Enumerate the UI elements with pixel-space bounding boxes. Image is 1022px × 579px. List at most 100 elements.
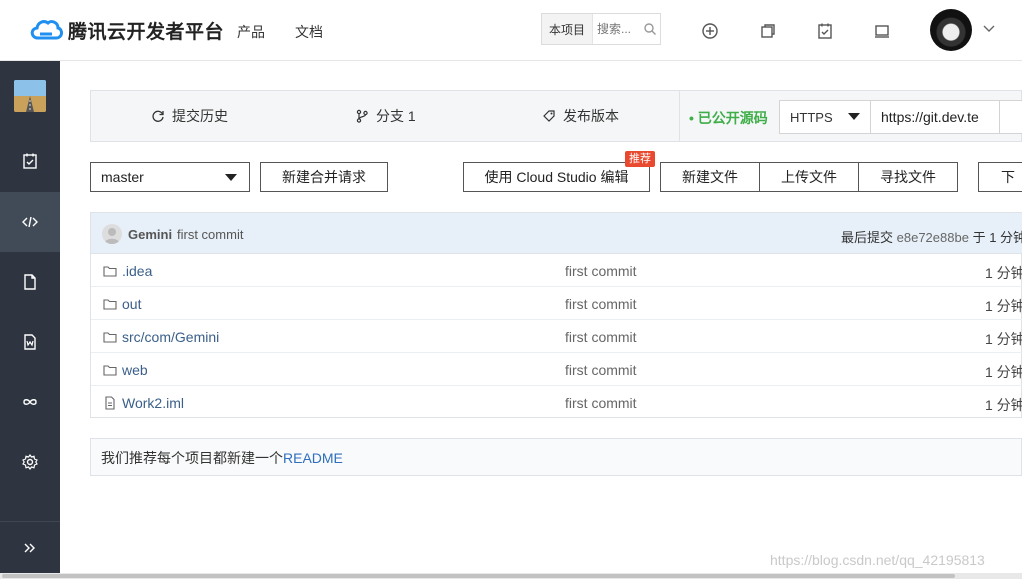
horizontal-scrollbar[interactable]	[0, 573, 1022, 579]
project-thumbnail[interactable]	[14, 80, 46, 112]
copy-icon[interactable]	[759, 22, 777, 40]
file-name[interactable]: out	[122, 296, 141, 312]
file-name[interactable]: Work2.iml	[122, 395, 184, 411]
brand-name: 腾讯云开发者平台	[68, 21, 225, 43]
sidebar-expand[interactable]	[0, 521, 60, 573]
caret-down-icon	[848, 113, 860, 120]
commit-hash[interactable]: e8e72e88be	[897, 230, 969, 245]
file-commit-time: 1 分钟	[985, 331, 1022, 347]
file-name[interactable]: src/com/Gemini	[122, 329, 219, 345]
commit-message[interactable]: first commit	[177, 227, 243, 242]
file-commit-time: 1 分钟	[985, 265, 1022, 281]
cloud-studio-button[interactable]: 使用 Cloud Studio 编辑	[463, 162, 650, 192]
sidebar-item-code[interactable]	[0, 192, 60, 252]
infinity-icon	[23, 399, 37, 405]
file-commit-message[interactable]: first commit	[565, 296, 637, 312]
protocol-value: HTTPS	[790, 109, 833, 125]
cloud-logo-icon	[30, 20, 63, 40]
file-name[interactable]: web	[122, 362, 148, 378]
latest-commit-bar: Gemini first commit 最后提交 e8e72e88be 于 1 …	[91, 213, 1022, 254]
branches-label: 分支 1	[376, 108, 416, 124]
file-row[interactable]: out first commit 1 分钟	[91, 287, 1022, 320]
recommended-badge: 推荐	[625, 151, 655, 167]
file-list: Gemini first commit 最后提交 e8e72e88be 于 1 …	[90, 212, 1022, 418]
file-commit-time: 1 分钟	[985, 298, 1022, 314]
brand-logo[interactable]: 腾讯云开发者平台	[28, 16, 224, 44]
caret-down-icon	[225, 174, 237, 181]
upload-file-button[interactable]: 上传文件	[759, 162, 859, 192]
file-icon	[105, 396, 115, 410]
copy-url-button[interactable]	[999, 100, 1022, 134]
file-commit-message[interactable]: first commit	[565, 329, 637, 345]
file-icon	[24, 274, 36, 290]
plus-circle-icon[interactable]	[701, 22, 719, 40]
expand-icon	[24, 543, 35, 552]
tasks-icon	[23, 153, 37, 169]
file-commit-message[interactable]: first commit	[565, 263, 637, 279]
file-row[interactable]: web first commit 1 分钟	[91, 353, 1022, 386]
download-button[interactable]: 下	[978, 162, 1022, 192]
folder-icon	[103, 299, 117, 310]
file-commit-time: 1 分钟	[985, 397, 1022, 413]
commit-time: 于 1 分钟	[972, 230, 1022, 245]
readme-text: 我们推荐每个项目都新建一个	[101, 450, 283, 466]
releases-link[interactable]: 发布版本	[542, 91, 619, 141]
settings-icon	[22, 454, 38, 470]
sidebar	[0, 61, 60, 573]
repo-toolbar: 提交历史 分支 1 发布版本 • 已公开源码 HTTPS https://git…	[90, 90, 1022, 142]
code-icon	[22, 216, 38, 228]
new-file-button[interactable]: 新建文件	[660, 162, 760, 192]
scrollbar-thumb[interactable]	[2, 574, 955, 578]
nav-products[interactable]: 产品	[237, 22, 265, 42]
tag-icon	[543, 110, 555, 122]
branch-value: master	[101, 169, 144, 185]
latest-commit-info: 最后提交 e8e72e88be 于 1 分钟	[841, 227, 1022, 246]
sidebar-item-wiki[interactable]	[0, 312, 60, 372]
refresh-icon	[152, 110, 164, 122]
sidebar-item-files[interactable]	[0, 252, 60, 312]
sidebar-item-tasks[interactable]	[0, 131, 60, 191]
wiki-icon	[24, 334, 36, 350]
file-commit-message[interactable]: first commit	[565, 362, 637, 378]
readme-prompt: 我们推荐每个项目都新建一个README	[90, 438, 1022, 476]
search-input[interactable]	[597, 22, 642, 36]
commit-author[interactable]: Gemini	[128, 227, 172, 242]
commit-history-label: 提交历史	[172, 108, 228, 124]
file-row[interactable]: .idea first commit 1 分钟	[91, 254, 1022, 287]
monitor-icon[interactable]	[873, 22, 891, 40]
folder-icon	[103, 266, 117, 277]
find-file-button[interactable]: 寻找文件	[858, 162, 958, 192]
commit-history-link[interactable]: 提交历史	[151, 91, 228, 141]
chevron-down-icon[interactable]	[983, 23, 995, 35]
public-source-status: • 已公开源码	[689, 110, 768, 126]
readme-link[interactable]: README	[283, 450, 343, 466]
folder-icon	[103, 365, 117, 376]
search-scope-select[interactable]: 本项目	[542, 14, 594, 44]
releases-label: 发布版本	[563, 108, 619, 124]
branches-link[interactable]: 分支 1	[355, 91, 416, 141]
file-commit-time: 1 分钟	[985, 364, 1022, 380]
file-commit-message[interactable]: first commit	[565, 395, 637, 411]
folder-icon	[103, 332, 117, 343]
file-row[interactable]: src/com/Gemini first commit 1 分钟	[91, 320, 1022, 353]
file-name[interactable]: .idea	[122, 263, 152, 279]
branch-select[interactable]: master	[90, 162, 250, 192]
public-source-label: 已公开源码	[697, 110, 768, 126]
last-commit-label: 最后提交	[841, 230, 894, 245]
search-box: 本项目	[541, 13, 661, 45]
commit-author-avatar	[102, 224, 122, 244]
top-bar: 腾讯云开发者平台 产品 文档 本项目	[0, 0, 1022, 61]
protocol-select[interactable]: HTTPS	[779, 100, 871, 134]
sidebar-item-pipeline[interactable]	[0, 372, 60, 432]
clone-url-field[interactable]: https://git.dev.te	[870, 100, 1000, 134]
user-avatar[interactable]	[930, 9, 972, 51]
task-icon[interactable]	[816, 22, 834, 40]
branch-icon	[356, 109, 368, 123]
new-merge-request-button[interactable]: 新建合并请求	[260, 162, 388, 192]
nav-docs[interactable]: 文档	[295, 22, 323, 42]
file-row[interactable]: Work2.iml first commit 1 分钟	[91, 386, 1022, 419]
sidebar-item-settings[interactable]	[0, 432, 60, 492]
search-icon[interactable]	[643, 22, 657, 36]
toolbar-divider	[679, 91, 680, 141]
watermark: https://blog.csdn.net/qq_42195813	[770, 552, 985, 568]
